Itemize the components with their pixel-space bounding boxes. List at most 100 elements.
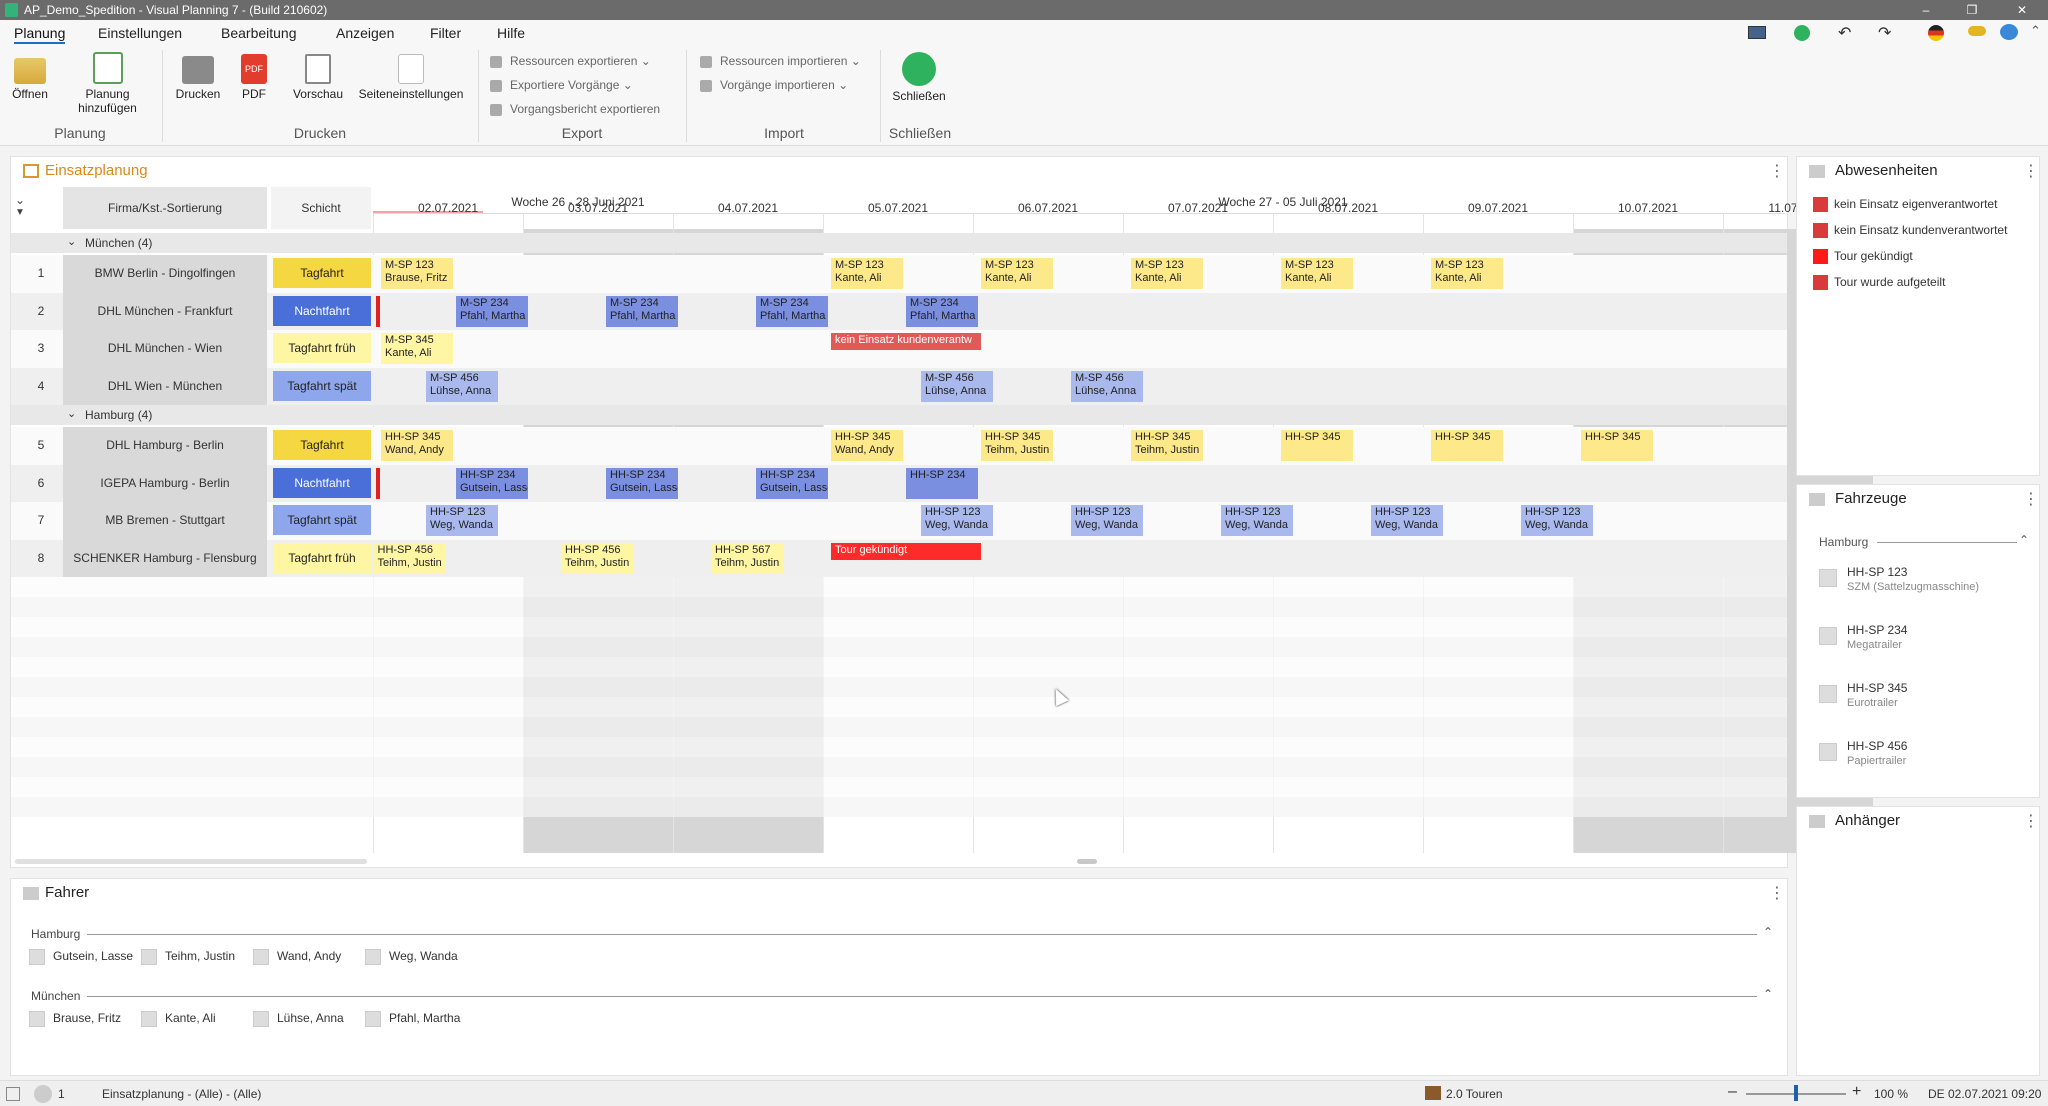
- assignment-bar[interactable]: M-SP 345 Kante, Ali: [381, 333, 453, 364]
- checkbox[interactable]: [1819, 569, 1837, 587]
- more-icon[interactable]: ⋮: [1769, 161, 1785, 181]
- collapse-icon[interactable]: ⌃: [1763, 925, 1773, 939]
- driver-chip[interactable]: Wand, Andy: [253, 949, 341, 965]
- page-settings-button[interactable]: Seiteneinstellungen: [358, 54, 464, 101]
- assignment-bar[interactable]: kein Einsatz kundenverantw: [831, 333, 981, 350]
- preview-button[interactable]: Vorschau: [290, 54, 346, 101]
- shift-badge[interactable]: Nachtfahrt: [273, 295, 371, 326]
- assignment-bar[interactable]: HH-SP 123 Weg, Wanda: [1221, 505, 1293, 536]
- horizontal-scroll-handle[interactable]: [1077, 859, 1097, 864]
- assignment-bar[interactable]: HH-SP 123 Weg, Wanda: [1371, 505, 1443, 536]
- assignment-bar[interactable]: M-SP 234 Pfahl, Martha: [906, 295, 978, 327]
- assignment-bar[interactable]: HH-SP 234 Gutsein, Lasse: [756, 467, 828, 499]
- assignment-bar[interactable]: M-SP 123 Kante, Ali: [981, 258, 1053, 289]
- minimize-icon[interactable]: –: [1906, 0, 1946, 20]
- print-button[interactable]: Drucken: [174, 54, 222, 101]
- assignment-bar[interactable]: HH-SP 345 Teihm, Justin: [981, 430, 1053, 461]
- assignment-bar[interactable]: HH-SP 123 Weg, Wanda: [921, 505, 993, 536]
- close-icon[interactable]: ✕: [2002, 0, 2042, 20]
- shift-badge[interactable]: Tagfahrt früh: [273, 333, 371, 363]
- assignment-bar[interactable]: M-SP 123 Brause, Fritz: [381, 258, 453, 289]
- assignment-bar[interactable]: M-SP 123 Kante, Ali: [1281, 258, 1353, 289]
- driver-chip[interactable]: Kante, Ali: [141, 1011, 216, 1027]
- sync-icon[interactable]: [1794, 25, 1810, 41]
- assignment-bar[interactable]: HH-SP 456 Teihm, Justin: [373, 542, 446, 574]
- assignment-bar[interactable]: M-SP 123 Kante, Ali: [831, 258, 903, 289]
- expand-all-icon[interactable]: ⌄: [15, 193, 25, 207]
- menu-hilfe[interactable]: Hilfe: [497, 25, 525, 41]
- checkbox[interactable]: [141, 949, 157, 965]
- assignment-bar[interactable]: M-SP 456 Lühse, Anna: [426, 370, 498, 402]
- assignment-bar[interactable]: M-SP 123 Kante, Ali: [1431, 258, 1503, 289]
- assignment-bar[interactable]: HH-SP 123 Weg, Wanda: [426, 505, 498, 536]
- assignment-bar[interactable]: HH-SP 345: [1581, 430, 1653, 461]
- absence-legend-item[interactable]: kein Einsatz kundenverantwortet: [1813, 223, 2007, 239]
- table-row[interactable]: 2 DHL München - Frankfurt Nachtfahrt: [11, 292, 1787, 330]
- shift-badge[interactable]: Tagfahrt spät: [273, 505, 371, 535]
- group-header[interactable]: ⌄ Hamburg (4): [11, 405, 1787, 425]
- redo-icon[interactable]: ↷: [1878, 23, 1891, 43]
- chevron-down-icon[interactable]: ⌄: [67, 407, 76, 420]
- assignment-bar[interactable]: HH-SP 345: [1281, 430, 1353, 461]
- assignment-bar[interactable]: HH-SP 234 Gutsein, Lasse: [606, 467, 678, 499]
- collapse-icon[interactable]: ⌃: [2019, 533, 2029, 547]
- add-planning-button[interactable]: Planung hinzufügen: [70, 52, 145, 115]
- checkbox[interactable]: [29, 1011, 45, 1027]
- zoom-slider-thumb[interactable]: [1794, 1085, 1798, 1101]
- assignment-bar[interactable]: HH-SP 123 Weg, Wanda: [1521, 505, 1593, 536]
- table-row[interactable]: 4 DHL Wien - München Tagfahrt spät: [11, 367, 1787, 405]
- assignment-bar[interactable]: HH-SP 234: [906, 467, 978, 499]
- assignment-bar[interactable]: M-SP 234 Pfahl, Martha: [456, 295, 528, 327]
- driver-chip[interactable]: Pfahl, Martha: [365, 1011, 460, 1027]
- import-resources-button[interactable]: Ressourcen importieren ⌄: [700, 54, 861, 68]
- assignment-bar[interactable]: HH-SP 456 Teihm, Justin: [561, 542, 633, 574]
- absence-legend-item[interactable]: kein Einsatz eigenverantwortet: [1813, 197, 1997, 213]
- assignment-bar[interactable]: HH-SP 345 Wand, Andy: [381, 430, 453, 461]
- more-icon[interactable]: ⋮: [2023, 161, 2039, 181]
- absence-legend-item[interactable]: Tour wurde aufgeteilt: [1813, 275, 1945, 291]
- menu-anzeigen[interactable]: Anzeigen: [336, 25, 394, 41]
- column-header-company[interactable]: Firma/Kst.-Sortierung: [63, 187, 267, 229]
- import-tasks-button[interactable]: Vorgänge importieren ⌄: [700, 78, 848, 92]
- open-button[interactable]: Öffnen: [10, 54, 50, 101]
- chat-icon[interactable]: [2000, 24, 2018, 40]
- shift-badge[interactable]: Nachtfahrt: [273, 467, 371, 498]
- menu-bearbeitung[interactable]: Bearbeitung: [221, 25, 297, 41]
- chevron-down-icon[interactable]: ⌄: [67, 235, 76, 248]
- driver-chip[interactable]: Brause, Fritz: [29, 1011, 121, 1027]
- more-icon[interactable]: ⋮: [2023, 489, 2039, 509]
- checkbox[interactable]: [1819, 743, 1837, 761]
- assignment-bar[interactable]: HH-SP 345 Wand, Andy: [831, 430, 903, 461]
- export-tasks-button[interactable]: Exportiere Vorgänge ⌄: [490, 78, 633, 92]
- checkbox[interactable]: [253, 1011, 269, 1027]
- collapse-icon[interactable]: ⌃: [1763, 987, 1773, 1001]
- assignment-bar[interactable]: M-SP 234 Pfahl, Martha: [756, 295, 828, 327]
- shift-badge[interactable]: Tagfahrt: [273, 430, 371, 460]
- driver-chip[interactable]: Gutsein, Lasse: [29, 949, 133, 965]
- column-header-shift[interactable]: Schicht: [271, 187, 371, 229]
- assignment-bar[interactable]: HH-SP 123 Weg, Wanda: [1071, 505, 1143, 536]
- menu-filter[interactable]: Filter: [430, 25, 461, 41]
- zoom-out-icon[interactable]: –: [1728, 1083, 1737, 1101]
- export-resources-button[interactable]: Ressourcen exportieren ⌄: [490, 54, 651, 68]
- menu-planung[interactable]: Planung: [14, 25, 66, 44]
- export-report-button[interactable]: Vorgangsbericht exportieren: [490, 102, 660, 116]
- checkbox[interactable]: [1819, 685, 1837, 703]
- checkbox[interactable]: [141, 1011, 157, 1027]
- assignment-bar[interactable]: HH-SP 567 Teihm, Justin: [711, 542, 783, 574]
- close-plan-button[interactable]: Schließen: [888, 52, 950, 103]
- restore-icon[interactable]: ❐: [1952, 0, 1992, 20]
- screen-icon[interactable]: [1748, 26, 1766, 39]
- menu-einstellungen[interactable]: Einstellungen: [98, 25, 182, 41]
- assignment-bar[interactable]: HH-SP 345 Teihm, Justin: [1131, 430, 1203, 461]
- collapse-ribbon-icon[interactable]: ⌃: [2030, 23, 2041, 39]
- group-header[interactable]: ⌄ München (4): [11, 233, 1787, 253]
- more-icon[interactable]: ⋮: [1769, 883, 1785, 903]
- filter-icon[interactable]: ▼: [15, 207, 25, 218]
- undo-icon[interactable]: ↶: [1838, 23, 1851, 43]
- table-row[interactable]: 6 IGEPA Hamburg - Berlin Nachtfahrt: [11, 464, 1787, 502]
- more-icon[interactable]: ⋮: [2023, 811, 2039, 831]
- assignment-bar[interactable]: M-SP 456 Lühse, Anna: [921, 370, 993, 402]
- assignment-bar[interactable]: Tour gekündigt: [831, 542, 981, 560]
- assignment-bar[interactable]: M-SP 234 Pfahl, Martha: [606, 295, 678, 327]
